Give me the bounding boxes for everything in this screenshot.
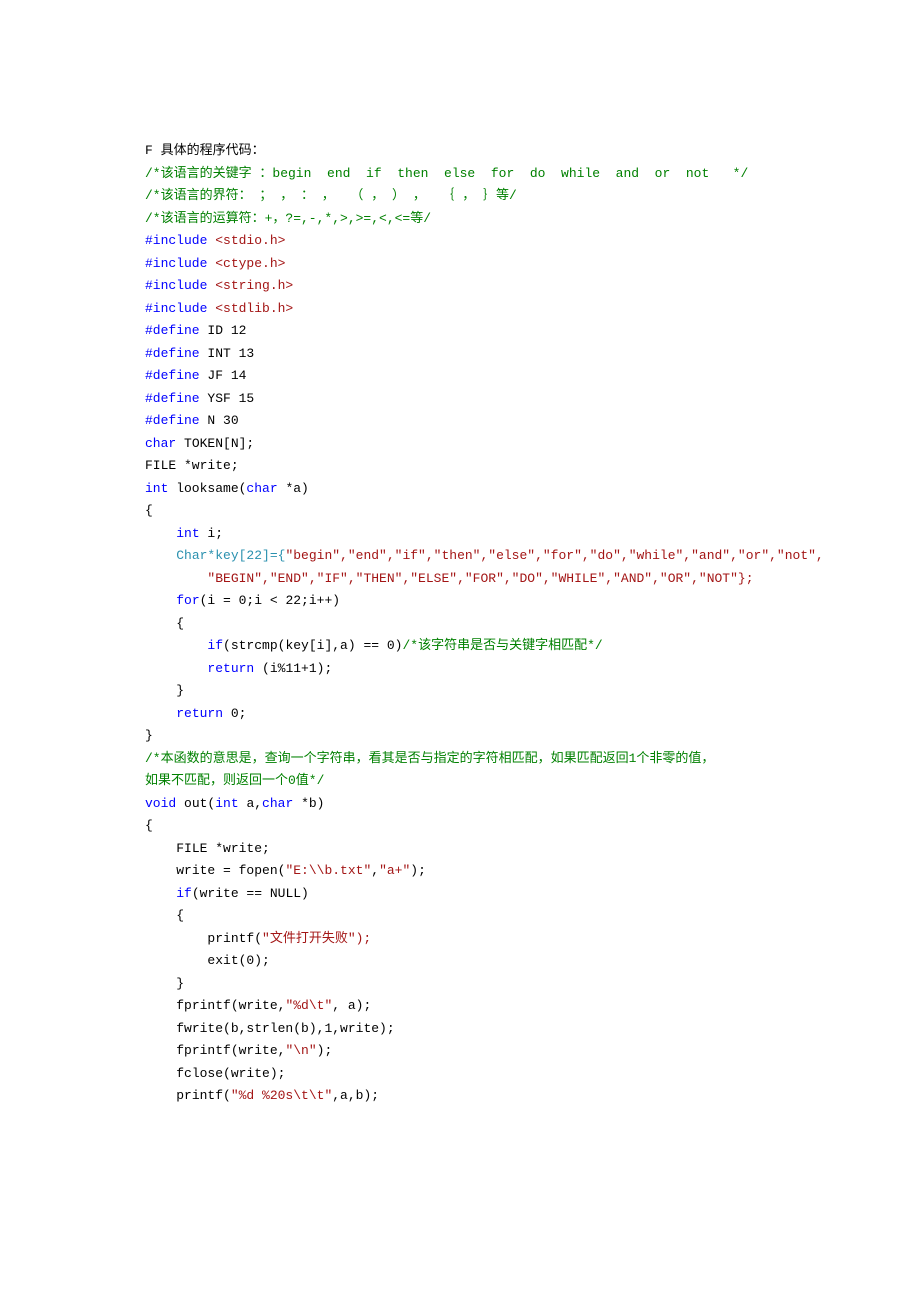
- fopen-comma: ,: [371, 863, 379, 878]
- fprintf-1b: , a);: [332, 998, 371, 1013]
- define-kw: #define: [145, 413, 200, 428]
- char-kw: char: [262, 796, 293, 811]
- define-kw: #define: [145, 346, 200, 361]
- for-loop-cond: (i = 0;i < 22;i++): [200, 593, 340, 608]
- fprintf-2b: );: [317, 1043, 333, 1058]
- out-fn: out(: [176, 796, 215, 811]
- define-n: N 30: [200, 413, 239, 428]
- return-mod: (i%11+1);: [254, 661, 332, 676]
- title: F 具体的程序代码：: [145, 143, 265, 158]
- include-kw: #include: [145, 233, 207, 248]
- define-kw: #define: [145, 391, 200, 406]
- comment-keywords: /*该语言的关键字 ：begin end if then else for do…: [145, 166, 748, 181]
- fprintf-2a: fprintf(write,: [176, 1043, 285, 1058]
- define-kw: #define: [145, 323, 200, 338]
- strcmp-cond: (strcmp(key[i],a) == 0): [223, 638, 402, 653]
- printf-2a: printf(: [176, 1088, 231, 1103]
- fopen-mode: "a+": [379, 863, 410, 878]
- include-kw: #include: [145, 301, 207, 316]
- include-ctype: <ctype.h>: [207, 256, 285, 271]
- key-array-1: "begin","end","if","then","else","for","…: [285, 548, 823, 563]
- open-brace: {: [145, 818, 153, 833]
- token-decl: TOKEN[N];: [176, 436, 254, 451]
- open-brace: {: [145, 503, 153, 518]
- comment-keyword-match: /*该字符串是否与关键字相匹配*/: [402, 638, 602, 653]
- out-arg-a: a,: [239, 796, 262, 811]
- if-kw: if: [176, 886, 192, 901]
- fmt-nl: "\n": [285, 1043, 316, 1058]
- int-kw: int: [176, 526, 199, 541]
- key-array-2: "BEGIN","END","IF","THEN","ELSE","FOR","…: [207, 571, 753, 586]
- int-i-decl: i;: [200, 526, 223, 541]
- char-a-arg: *a): [278, 481, 309, 496]
- looksame-fn: looksame(: [168, 481, 246, 496]
- define-kw: #define: [145, 368, 200, 383]
- fclose-call: fclose(write);: [176, 1066, 285, 1081]
- char-key-decl: Char*key[22]={: [176, 548, 285, 563]
- printf-2b: ,a,b);: [332, 1088, 379, 1103]
- return-kw: return: [176, 706, 223, 721]
- fmt-last: "%d %20s\t\t": [231, 1088, 332, 1103]
- if-kw: if: [207, 638, 223, 653]
- define-int: INT 13: [200, 346, 255, 361]
- fopen-call-1: write = fopen(: [176, 863, 285, 878]
- include-stdio: <stdio.h>: [207, 233, 285, 248]
- comment-fn-meaning-2: 如果不匹配，则返回一个0值*/: [145, 773, 324, 788]
- openfail-str: "文件打开失败");: [262, 931, 371, 946]
- return-zero: 0;: [223, 706, 246, 721]
- open-brace: {: [176, 908, 184, 923]
- define-ysf: YSF 15: [200, 391, 255, 406]
- include-stdlib: <stdlib.h>: [207, 301, 293, 316]
- include-string: <string.h>: [207, 278, 293, 293]
- comment-fn-meaning-1: /*本函数的意思是，查询一个字符串，看其是否与指定的字符相匹配，如果匹配返回1个…: [145, 751, 714, 766]
- file-write-decl: FILE *write;: [176, 841, 270, 856]
- fprintf-1a: fprintf(write,: [176, 998, 285, 1013]
- fopen-path: "E:\\b.txt": [285, 863, 371, 878]
- out-arg-b: *b): [293, 796, 324, 811]
- fwrite-call: fwrite(b,strlen(b),1,write);: [176, 1021, 394, 1036]
- char-kw: char: [145, 436, 176, 451]
- for-kw: for: [176, 593, 199, 608]
- include-kw: #include: [145, 278, 207, 293]
- char-kw: char: [246, 481, 277, 496]
- int-kw: int: [215, 796, 238, 811]
- file-decl: FILE *write;: [145, 458, 239, 473]
- close-brace: }: [176, 683, 184, 698]
- open-brace: {: [176, 616, 184, 631]
- fopen-end: );: [410, 863, 426, 878]
- define-id: ID 12: [200, 323, 247, 338]
- include-kw: #include: [145, 256, 207, 271]
- define-jf: JF 14: [200, 368, 247, 383]
- void-kw: void: [145, 796, 176, 811]
- printf-call: printf(: [207, 931, 262, 946]
- close-brace: }: [176, 976, 184, 991]
- int-kw: int: [145, 481, 168, 496]
- comment-operators: /*该语言的运算符：+，?=,-,*,>,>=,<,<=等/: [145, 211, 431, 226]
- fmt-dt: "%d\t": [285, 998, 332, 1013]
- comment-delimiters: /*该语言的界符： ； ， ： ， （ ， ） ， ｛ ， ｝等/: [145, 188, 517, 203]
- if-null-cond: (write == NULL): [192, 886, 309, 901]
- code-document: F 具体的程序代码： /*该语言的关键字 ：begin end if then …: [0, 0, 920, 1168]
- return-kw: return: [207, 661, 254, 676]
- close-brace: }: [145, 728, 153, 743]
- exit-call: exit(0);: [207, 953, 269, 968]
